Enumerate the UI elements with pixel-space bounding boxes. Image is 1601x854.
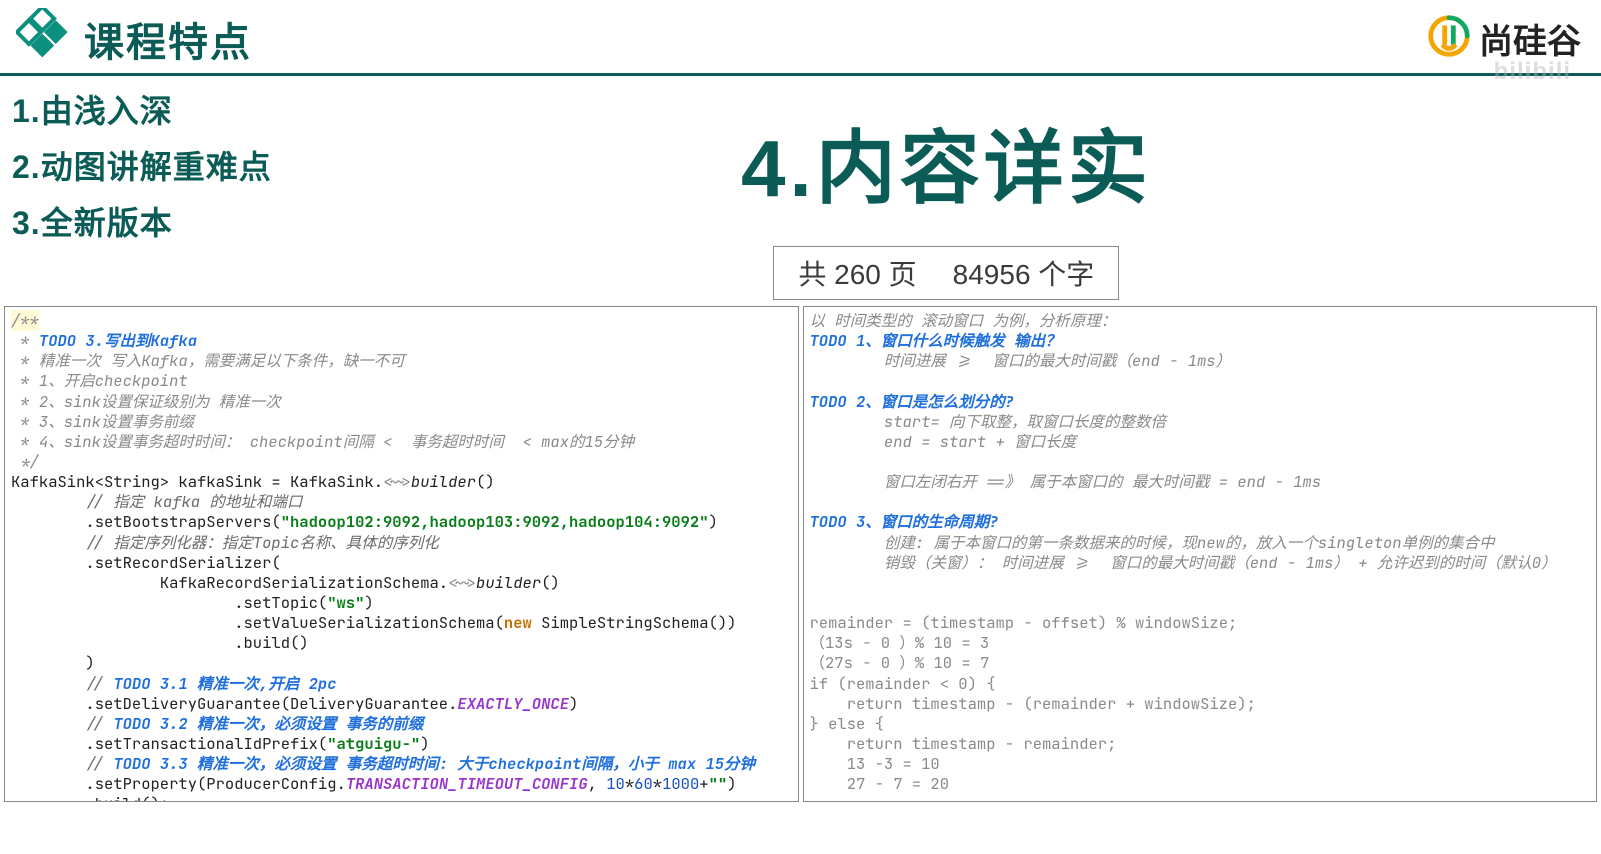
code-token: , (588, 773, 607, 794)
header: 课程特点 尚硅谷 (0, 0, 1601, 76)
code-token: SimpleStringSchema()) (532, 612, 737, 633)
code-token: ) (569, 693, 578, 714)
brand-logo: 尚硅谷 (1425, 12, 1581, 65)
brand-logo-icon (1425, 12, 1473, 65)
code-string: "" (709, 773, 728, 794)
code-num: 10 (606, 773, 625, 794)
code-token: + (699, 773, 708, 794)
code-line: 时间进展 >= 窗口的最大时间戳（end - 1ms） (810, 350, 1232, 371)
code-token: builder (411, 471, 476, 492)
code-todo: TODO 2、窗口是怎么划分的? (810, 391, 1015, 412)
code-string: "hadoop102:9092,hadoop103:9092,hadoop104… (281, 511, 709, 532)
code-todo: TODO 3.2 精准一次，必须设置 事务的前缀 (113, 713, 423, 734)
code-num: 1000 (662, 773, 699, 794)
code-todo: TODO 3.1 精准一次,开启 2pc (113, 673, 336, 694)
code-line: （13s - 0 ）% 10 = 3 (810, 632, 990, 653)
code-line: end = start + 窗口长度 (810, 431, 1077, 452)
code-token: ) (727, 773, 736, 794)
code-token: ) (709, 511, 718, 532)
code-line: * 1、开启checkpoint (11, 370, 188, 391)
code-line: if (remainder < 0) { (810, 673, 996, 694)
code-token: // (11, 673, 113, 694)
code-token: .setBootstrapServers( (11, 511, 281, 532)
code-line: * 精准一次 写入Kafka，需要满足以下条件，缺一不可 (11, 350, 405, 371)
code-string: "atguigu-" (327, 733, 420, 754)
code-token: <~> (383, 471, 411, 492)
code-line: } else { (810, 713, 884, 734)
brand-logo-text: 尚硅谷 (1479, 14, 1581, 63)
code-pane-right: 以 时间类型的 滚动窗口 为例，分析原理： TODO 1、窗口什么时候触发 输出… (803, 306, 1598, 802)
code-token: () (476, 471, 495, 492)
code-line: * 2、sink设置保证级别为 精准一次 (11, 391, 281, 412)
code-keyword: new (504, 612, 532, 633)
code-const: TRANSACTION_TIMEOUT_CONFIG (346, 773, 588, 794)
code-line: ) (11, 652, 95, 673)
code-line: 以 时间类型的 滚动窗口 为例，分析原理： (810, 310, 1117, 331)
upper-section: 1.由浅入深 2.动图讲解重难点 3.全新版本 4.内容详实 共 260 页 8… (0, 76, 1601, 306)
code-token: .setDeliveryGuarantee(DeliveryGuarantee. (11, 693, 457, 714)
code-token: .setTransactionalIdPrefix( (11, 733, 327, 754)
code-line: * (11, 330, 39, 351)
code-line: 13 -3 = 10 (810, 753, 940, 774)
code-line: 创建: 属于本窗口的第一条数据来的时候，现new的，放入一个singleton单… (810, 532, 1495, 553)
lower-section: /** * TODO 3.写出到Kafka * 精准一次 写入Kafka，需要满… (0, 306, 1601, 802)
code-todo: TODO 3、窗口的生命周期? (810, 511, 999, 532)
stats-words: 84956 个字 (953, 253, 1095, 293)
highlight-area: 4.内容详实 共 260 页 84956 个字 (312, 82, 1581, 300)
feature-item-3: 3.全新版本 (12, 198, 272, 244)
code-token: builder (476, 572, 541, 593)
code-todo: TODO 3.3 精准一次，必须设置 事务超时时间: 大于checkpoint间… (113, 753, 755, 774)
code-line: 27 - 7 = 20 (810, 773, 950, 794)
code-num: 60 (634, 773, 653, 794)
code-line: return timestamp - (remainder + windowSi… (810, 693, 1256, 714)
code-line: start= 向下取整，取窗口长度的整数倍 (810, 411, 1167, 432)
code-token: .setProperty(ProducerConfig. (11, 773, 346, 794)
code-token: ) (364, 592, 373, 613)
code-line: remainder = (timestamp - offset) % windo… (810, 612, 1238, 633)
code-todo: TODO 1、窗口什么时候触发 输出？ (810, 330, 1061, 351)
code-token: () (541, 572, 560, 593)
code-line: * 4、sink设置事务超时时间： checkpoint间隔 < 事务超时时间 … (11, 431, 634, 452)
code-line: /** (11, 310, 39, 331)
code-token: * (625, 773, 634, 794)
code-line: return timestamp - remainder; (810, 733, 1117, 754)
diamond-icon (16, 8, 72, 69)
code-line: * 3、sink设置事务前缀 (11, 411, 194, 432)
code-todo: TODO 3.写出到Kafka (39, 330, 197, 351)
code-line: */ (11, 451, 39, 472)
code-line: （27s - 0 ）% 10 = 7 (810, 652, 990, 673)
highlight-title: 4.内容详实 (741, 104, 1152, 220)
code-token: // (11, 713, 113, 734)
stats-box: 共 260 页 84956 个字 (773, 246, 1119, 300)
code-token: .setTopic( (11, 592, 327, 613)
code-line: 销毁（关窗）： 时间进展 >= 窗口的最大时间戳（end - 1ms） + 允许… (810, 552, 1557, 573)
code-line: // 指定 kafka 的地址和端口 (11, 491, 302, 512)
code-const: EXACTLY_ONCE (457, 693, 569, 714)
code-line: .build() (11, 632, 309, 653)
code-token: // (11, 753, 113, 774)
feature-list: 1.由浅入深 2.动图讲解重难点 3.全新版本 (8, 82, 272, 300)
code-string: "ws" (327, 592, 364, 613)
code-line: .build(); (11, 793, 169, 802)
code-token: ) (420, 733, 429, 754)
code-token: * (653, 773, 662, 794)
code-token: <~> (448, 572, 476, 593)
header-left: 课程特点 (16, 8, 252, 69)
code-line: 窗口左闭右开 ==》 属于本窗口的 最大时间戳 = end - 1ms (810, 471, 1322, 492)
feature-item-2: 2.动图讲解重难点 (12, 142, 272, 188)
code-line: .setRecordSerializer( (11, 552, 281, 573)
code-token: .setValueSerializationSchema( (11, 612, 504, 633)
code-line: // 指定序列化器：指定Topic名称、具体的序列化 (11, 532, 439, 553)
code-token: KafkaRecordSerializationSchema. (11, 572, 448, 593)
code-pane-left: /** * TODO 3.写出到Kafka * 精准一次 写入Kafka，需要满… (4, 306, 799, 802)
feature-item-1: 1.由浅入深 (12, 86, 272, 132)
page-title: 课程特点 (84, 10, 252, 68)
stats-pages: 共 260 页 (798, 253, 916, 293)
code-line: KafkaSink<String> kafkaSink = KafkaSink. (11, 471, 383, 492)
